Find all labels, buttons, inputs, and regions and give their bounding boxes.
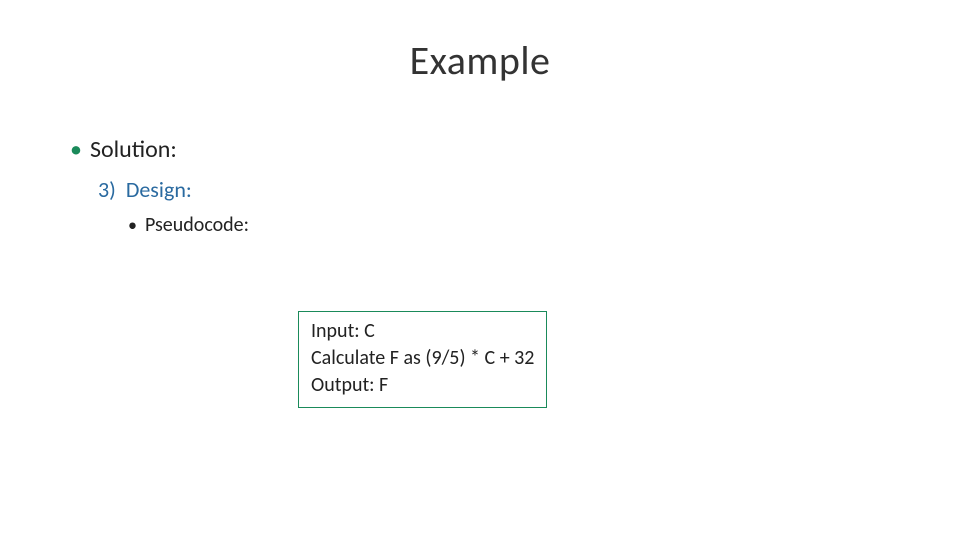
bullet-solution: • Solution: <box>70 135 960 164</box>
solution-label: Solution: <box>90 135 177 164</box>
bullet-pseudocode: • Pseudocode: <box>128 213 960 237</box>
code-line-1: Input: C <box>311 318 534 345</box>
code-line-3: Output: F <box>311 372 534 399</box>
code-line-2: Calculate F as (9/5) * C + 32 <box>311 345 534 372</box>
pseudocode-box: Input: C Calculate F as (9/5) * C + 32 O… <box>298 311 547 408</box>
bullet-icon: • <box>70 138 82 162</box>
pseudocode-label: Pseudocode: <box>145 213 249 237</box>
slide: Example • Solution: 3) Design: • Pseudoco… <box>0 36 960 540</box>
page-title: Example <box>0 36 960 85</box>
design-label: Design: <box>126 176 192 203</box>
design-number: 3) <box>98 176 116 203</box>
numbered-design: 3) Design: <box>98 176 960 203</box>
body-content: • Solution: 3) Design: • Pseudocode: <box>70 135 960 237</box>
bullet-icon: • <box>128 216 137 234</box>
